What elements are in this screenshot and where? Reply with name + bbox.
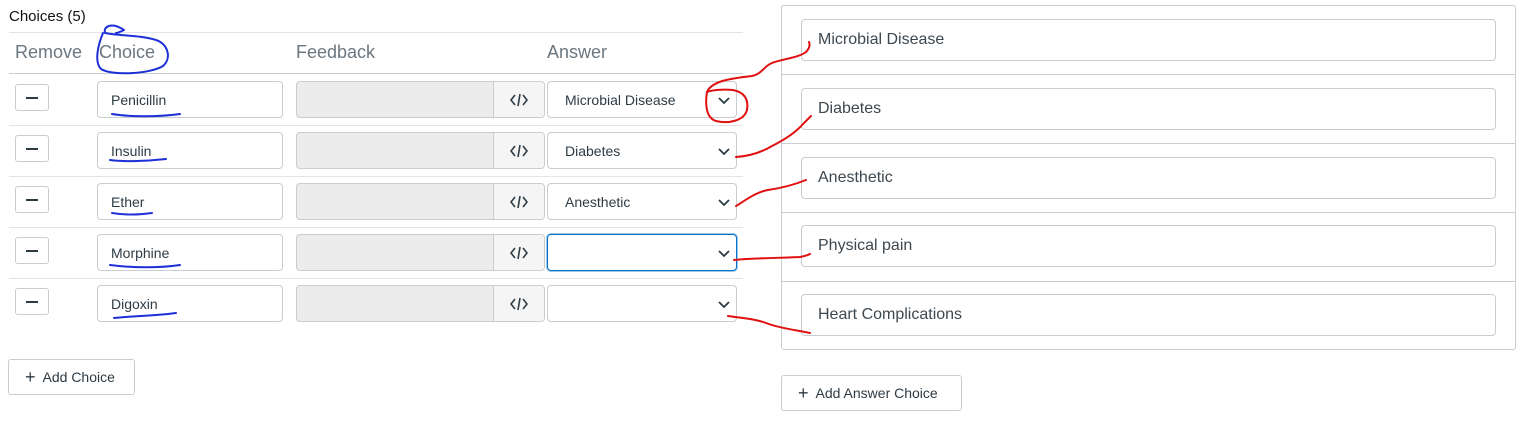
code-icon bbox=[510, 297, 528, 310]
panel-divider bbox=[781, 281, 1516, 282]
chevron-down-icon bbox=[718, 148, 730, 156]
column-header-feedback: Feedback bbox=[296, 42, 376, 62]
plus-icon: + bbox=[798, 383, 809, 403]
add-choice-button[interactable]: + Add Choice bbox=[8, 359, 135, 395]
chevron-down-icon bbox=[718, 250, 730, 258]
answer-select-value: Microbial Disease bbox=[565, 92, 676, 108]
panel-divider bbox=[781, 143, 1516, 144]
feedback-input[interactable] bbox=[296, 234, 545, 271]
code-editor-button[interactable] bbox=[493, 235, 544, 270]
add-choice-label: Add Choice bbox=[42, 369, 115, 385]
feedback-input[interactable] bbox=[296, 183, 545, 220]
code-icon bbox=[510, 246, 528, 259]
answer-select[interactable]: Microbial Disease bbox=[547, 81, 737, 118]
choice-input[interactable]: Penicillin bbox=[97, 81, 283, 118]
answer-select[interactable]: Anesthetic bbox=[547, 183, 737, 220]
chevron-down-icon bbox=[718, 97, 730, 105]
remove-choice-button[interactable] bbox=[15, 135, 49, 162]
row-divider bbox=[9, 227, 743, 228]
minus-icon bbox=[26, 249, 38, 252]
code-editor-button[interactable] bbox=[493, 82, 544, 117]
feedback-input[interactable] bbox=[296, 132, 545, 169]
code-icon bbox=[510, 144, 528, 157]
answer-choice-input[interactable]: Physical pain bbox=[801, 225, 1496, 267]
choice-input[interactable]: Ether bbox=[97, 183, 283, 220]
answer-select[interactable] bbox=[547, 285, 737, 322]
plus-icon: + bbox=[25, 367, 36, 387]
add-answer-choice-button[interactable]: + Add Answer Choice bbox=[781, 375, 962, 411]
minus-icon bbox=[26, 198, 38, 201]
answer-choice-input[interactable]: Microbial Disease bbox=[801, 19, 1496, 61]
column-header-remove: Remove bbox=[15, 42, 83, 62]
minus-icon bbox=[26, 96, 38, 99]
choices-title: Choices (5) bbox=[9, 8, 86, 25]
minus-icon bbox=[26, 300, 38, 303]
choice-input[interactable]: Morphine bbox=[97, 234, 283, 271]
answer-select[interactable]: Diabetes bbox=[547, 132, 737, 169]
minus-icon bbox=[26, 147, 38, 150]
feedback-input[interactable] bbox=[296, 285, 545, 322]
answer-choice-input[interactable]: Anesthetic bbox=[801, 157, 1496, 199]
answer-select[interactable] bbox=[547, 234, 737, 271]
answer-select-value: Anesthetic bbox=[565, 194, 631, 210]
remove-choice-button[interactable] bbox=[15, 186, 49, 213]
choices-header-row: Remove Choice Feedback Answer bbox=[9, 32, 743, 74]
answer-select-value: Diabetes bbox=[565, 143, 621, 159]
remove-choice-button[interactable] bbox=[15, 84, 49, 111]
row-divider bbox=[9, 125, 743, 126]
code-editor-button[interactable] bbox=[493, 286, 544, 321]
add-answer-choice-label: Add Answer Choice bbox=[815, 385, 938, 401]
row-divider bbox=[9, 278, 743, 279]
code-icon bbox=[510, 93, 528, 106]
choice-input[interactable]: Digoxin bbox=[97, 285, 283, 322]
column-header-choice: Choice bbox=[99, 42, 156, 62]
answer-choice-input[interactable]: Diabetes bbox=[801, 88, 1496, 130]
chevron-down-icon bbox=[718, 199, 730, 207]
column-header-answer: Answer bbox=[547, 42, 608, 62]
choice-input[interactable]: Insulin bbox=[97, 132, 283, 169]
panel-divider bbox=[781, 212, 1516, 213]
panel-divider bbox=[781, 74, 1516, 75]
code-icon bbox=[510, 195, 528, 208]
answer-choice-input[interactable]: Heart Complications bbox=[801, 294, 1496, 336]
feedback-input[interactable] bbox=[296, 81, 545, 118]
remove-choice-button[interactable] bbox=[15, 288, 49, 315]
remove-choice-button[interactable] bbox=[15, 237, 49, 264]
code-editor-button[interactable] bbox=[493, 133, 544, 168]
code-editor-button[interactable] bbox=[493, 184, 544, 219]
row-divider bbox=[9, 176, 743, 177]
chevron-down-icon bbox=[718, 301, 730, 309]
